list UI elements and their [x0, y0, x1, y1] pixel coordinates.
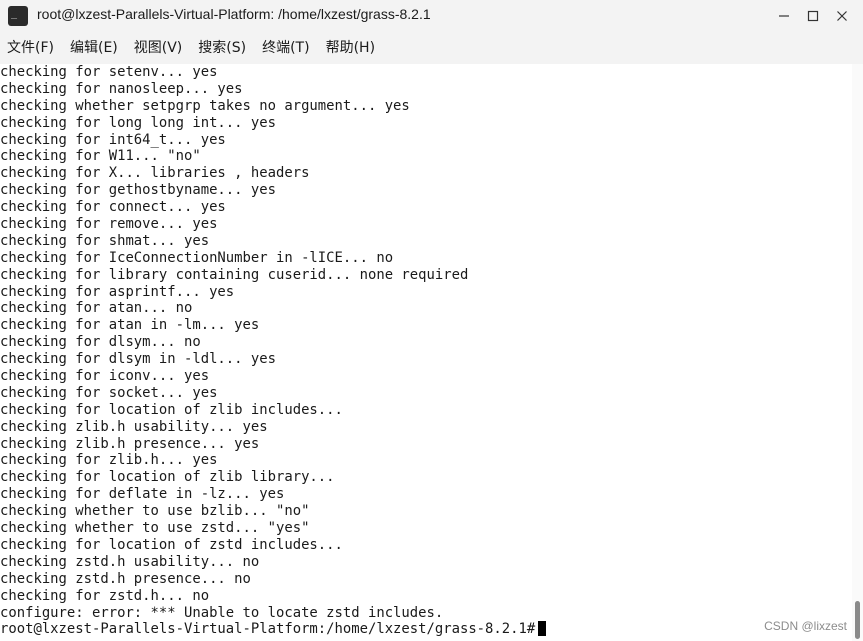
terminal-line: checking for gethostbyname... yes [0, 182, 276, 199]
terminal-line: checking for int64_t... yes [0, 131, 226, 148]
menu-edit[interactable]: 编辑(E) [62, 32, 126, 64]
terminal-line: checking for atan... no [0, 300, 193, 317]
shell-prompt: root@lxzest-Parallels-Virtual-Platform:/… [0, 621, 536, 638]
terminal-output[interactable]: checking for setenv... yes checking for n… [0, 64, 852, 641]
terminal-line: checking for nanosleep... yes [0, 80, 243, 97]
terminal-app-icon: _ [8, 6, 28, 26]
terminal-line: checking whether setpgrp takes no argume… [0, 97, 410, 114]
minimize-icon [779, 15, 789, 17]
terminal-line: checking for zlib.h... yes [0, 452, 218, 469]
terminal-line: checking for X... libraries , headers [0, 165, 310, 182]
terminal-line: checking zlib.h usability... yes [0, 418, 268, 435]
window-title: root@lxzest-Parallels-Virtual-Platform: … [37, 6, 431, 22]
terminal-line: checking for atan in -lm... yes [0, 317, 260, 334]
maximize-icon [807, 10, 819, 22]
terminal-line: checking for shmat... yes [0, 232, 210, 249]
menu-bar: 文件(F) 编辑(E) 视图(V) 搜索(S) 终端(T) 帮助(H) [0, 32, 863, 64]
terminal-line: checking for location of zstd includes..… [0, 536, 343, 553]
shell-prompt-line: root@lxzest-Parallels-Virtual-Platform:/… [0, 621, 852, 638]
text-cursor [538, 621, 547, 637]
menu-search[interactable]: 搜索(S) [190, 32, 254, 64]
menu-help[interactable]: 帮助(H) [318, 32, 383, 64]
terminal-line: configure: error: *** Unable to locate z… [0, 604, 444, 621]
terminal-line: checking for IceConnectionNumber in -lIC… [0, 249, 394, 266]
terminal-line: checking zstd.h usability... no [0, 553, 260, 570]
menu-file[interactable]: 文件(F) [0, 32, 62, 64]
terminal-line: checking for remove... yes [0, 216, 218, 233]
terminal-line: checking for library containing cuserid.… [0, 266, 469, 283]
watermark: CSDN @lixzest [762, 619, 849, 633]
terminal-line: checking for deflate in -lz... yes [0, 486, 285, 503]
terminal-line: checking for dlsym... no [0, 334, 201, 351]
menu-terminal[interactable]: 终端(T) [254, 32, 317, 64]
terminal-line: checking for connect... yes [0, 199, 226, 216]
terminal-line: checking for asprintf... yes [0, 283, 235, 300]
close-button[interactable] [822, 0, 862, 32]
terminal-line: checking for location of zlib includes..… [0, 401, 343, 418]
terminal-line: checking for long long int... yes [0, 114, 276, 131]
menu-view[interactable]: 视图(V) [126, 32, 191, 64]
terminal-line: checking for location of zlib library... [0, 469, 335, 486]
scrollbar-thumb[interactable] [855, 601, 860, 639]
terminal-line: checking for W11... "no" [0, 148, 201, 165]
terminal-line: checking for iconv... yes [0, 368, 210, 385]
close-icon [837, 11, 847, 21]
terminal-line: checking for socket... yes [0, 384, 218, 401]
terminal-line: checking for setenv... yes [0, 64, 218, 80]
vertical-scrollbar[interactable] [852, 64, 863, 641]
terminal-line: checking zstd.h presence... no [0, 570, 251, 587]
terminal-line: checking zlib.h presence... yes [0, 435, 260, 452]
title-bar[interactable]: _ root@lxzest-Parallels-Virtual-Platform… [0, 0, 863, 32]
terminal-line: checking whether to use zstd... "yes" [0, 520, 310, 537]
terminal-line: checking for zstd.h... no [0, 587, 210, 604]
terminal-line: checking whether to use bzlib... "no" [0, 503, 310, 520]
terminal-lines: checking for setenv... yes checking for n… [0, 64, 852, 638]
terminal-line: checking for dlsym in -ldl... yes [0, 351, 276, 368]
